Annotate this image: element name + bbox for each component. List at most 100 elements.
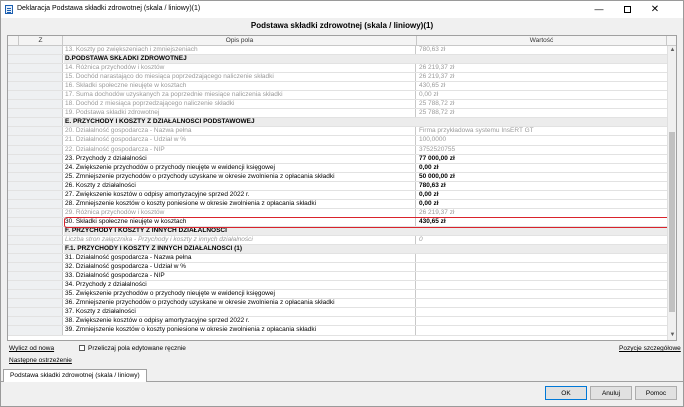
header-marker <box>8 36 19 45</box>
row-z-cell <box>8 308 63 317</box>
row-description: 13. Koszty po zwiększeniach i zmniejszen… <box>64 46 416 55</box>
row-value[interactable] <box>418 317 668 325</box>
maximize-button[interactable] <box>613 1 641 18</box>
section-row: D.PODSTAWA SKŁADKI ZDROWOTNEJ <box>8 55 667 65</box>
row-description: D.PODSTAWA SKŁADKI ZDROWOTNEJ <box>64 55 667 64</box>
table-row[interactable]: 15. Dochód narastająco do miesiąca poprz… <box>8 73 667 83</box>
table-row[interactable]: 13. Koszty po zwiększeniach i zmniejszen… <box>8 46 667 56</box>
row-value[interactable] <box>418 263 668 271</box>
close-button[interactable]: ✕ <box>641 1 669 18</box>
row-value[interactable] <box>418 254 668 262</box>
header-description[interactable]: Opis pola <box>63 36 417 45</box>
table-row[interactable]: 31. Działalność gospodarcza - Nazwa pełn… <box>8 254 668 264</box>
table-row[interactable]: 33. Działalność gospodarcza - NIP <box>8 272 668 282</box>
tab-health-contribution[interactable]: Podstawa składki zdrowotnej (skala / lin… <box>3 369 147 382</box>
row-description: 33. Działalność gospodarcza - NIP <box>64 272 416 281</box>
row-value[interactable] <box>418 308 668 316</box>
ok-button[interactable]: OK <box>545 386 587 400</box>
table-row[interactable]: 30. Składki społeczne nieujęte w kosztac… <box>8 217 668 227</box>
table-row[interactable]: 39. Zmniejszenie kosztów o koszty ponies… <box>8 326 668 336</box>
tab-strip: Podstawa składki zdrowotnej (skala / lin… <box>1 369 683 382</box>
window-title: Deklaracja Podstawa składki zdrowotnej (… <box>17 5 201 12</box>
row-value: 3752520755 <box>419 145 456 153</box>
row-z-cell <box>8 73 63 82</box>
row-description: Liczba stron załącznika - Przychody i ko… <box>64 235 416 245</box>
row-description: 25. Zmniejszenie przychodów o przychody … <box>64 172 416 181</box>
page-title: Podstawa składki zdrowotnej (skala / lin… <box>250 21 434 30</box>
override-option[interactable]: Przeliczaj pola edytowane ręcznie <box>79 345 186 352</box>
table-row[interactable]: 38. Zwiększenie kosztów o odpisy amortyz… <box>8 317 668 327</box>
table-row[interactable]: 37. Koszty z działalności <box>8 308 668 318</box>
row-value[interactable] <box>418 272 668 280</box>
next-warning-link[interactable]: Następne ostrzeżenie <box>9 357 72 364</box>
cancel-button[interactable]: Anuluj <box>590 386 632 400</box>
table-row[interactable]: 34. Przychody z działalności <box>8 281 668 291</box>
row-z-cell <box>8 190 63 199</box>
scroll-up-icon[interactable]: ▲ <box>668 46 676 55</box>
row-description: 19. Podstawa składki zdrowotnej <box>64 109 416 118</box>
row-z-cell <box>8 154 63 163</box>
table-row[interactable]: 23. Przychody z działalności 77 000,00 zł <box>8 154 668 164</box>
table-row[interactable]: 36. Zmniejszenie przychodów o przychody … <box>8 299 668 309</box>
table-row[interactable]: 18. Dochód z miesiąca poprzedzającego na… <box>8 100 667 110</box>
row-value[interactable] <box>418 281 668 289</box>
row-z-cell <box>8 263 63 272</box>
declaration-grid: Z Opis pola Wartość 13. Koszty po zwięks… <box>7 35 677 341</box>
row-z-cell <box>8 127 63 136</box>
row-description: E. PRZYCHODY I KOSZTY Z DZIAŁALNOŚCI POD… <box>64 118 667 127</box>
recalculate-link[interactable]: Wylicz od nowa <box>9 345 54 352</box>
row-value[interactable] <box>418 290 668 298</box>
row-z-cell <box>8 290 63 299</box>
table-row[interactable]: 35. Zwiększenie przychodów o przychody n… <box>8 290 668 300</box>
table-row[interactable]: 28. Zmniejszenie kosztów o koszty ponies… <box>8 199 668 209</box>
row-value[interactable]: 0,00 zł <box>418 164 668 172</box>
header-value[interactable]: Wartość <box>417 36 667 45</box>
row-z-cell <box>8 181 63 190</box>
row-description: 18. Dochód z miesiąca poprzedzającego na… <box>64 100 416 109</box>
table-row[interactable]: 14. Różnica przychodów i kosztów 26 219,3… <box>8 64 667 74</box>
help-button[interactable]: Pomoc <box>635 386 677 400</box>
scroll-down-icon[interactable]: ▼ <box>668 331 676 340</box>
table-row[interactable]: 21. Działalność gospodarcza - Udział w %… <box>8 136 667 146</box>
row-description: 24. Zwiększenie przychodów o przychody n… <box>64 163 416 172</box>
minimize-button[interactable]: — <box>585 1 613 18</box>
header-z[interactable]: Z <box>19 36 63 45</box>
table-row[interactable]: 19. Podstawa składki zdrowotnej 25 788,72… <box>8 109 667 119</box>
table-row[interactable]: 27. Zwiększenie kosztów o odpisy amortyz… <box>8 190 668 200</box>
table-row[interactable]: 25. Zmniejszenie przychodów o przychody … <box>8 172 668 182</box>
row-description: 36. Zmniejszenie przychodów o przychody … <box>64 299 416 308</box>
row-value[interactable]: 0,00 zł <box>418 200 668 208</box>
title-bar[interactable]: Deklaracja Podstawa składki zdrowotnej (… <box>1 1 683 18</box>
table-row[interactable]: 20. Działalność gospodarcza - Nazwa pełn… <box>8 127 667 137</box>
row-z-cell <box>8 299 63 308</box>
row-description: 28. Zmniejszenie kosztów o koszty ponies… <box>64 199 416 208</box>
row-value: 780,63 zł <box>419 46 446 53</box>
row-z-cell <box>8 281 63 290</box>
table-row[interactable]: 22. Działalność gospodarcza - NIP 3752520… <box>8 145 667 155</box>
row-value[interactable] <box>418 326 668 334</box>
row-z-cell <box>8 245 63 254</box>
override-checkbox[interactable] <box>79 345 85 352</box>
row-value[interactable]: 77 000,00 zł <box>418 155 668 163</box>
table-row[interactable]: 24. Zwiększenie przychodów o przychody n… <box>8 163 668 173</box>
table-row[interactable]: 32. Działalność gospodarcza - Udział w % <box>8 263 668 273</box>
row-description: 14. Różnica przychodów i kosztów <box>64 64 416 73</box>
row-value[interactable]: 780,63 zł <box>418 182 668 190</box>
table-row[interactable]: 29. Różnica przychodów i kosztów 26 219,3… <box>8 208 667 218</box>
row-value[interactable]: 0,00 zł <box>418 191 668 199</box>
table-row[interactable]: 16. Składki społeczne nieujęte w kosztac… <box>8 82 667 92</box>
details-link[interactable]: Pozycje szczegółowe <box>619 345 681 352</box>
table-row[interactable]: Liczba stron załącznika - Przychody i ko… <box>8 235 667 246</box>
section-row: F. PRZYCHODY I KOSZTY Z INNYCH DZIAŁALNO… <box>8 226 667 236</box>
table-row[interactable]: 26. Koszty z działalności 780,63 zł <box>8 181 668 191</box>
row-value: 26 219,37 zł <box>419 64 455 72</box>
row-value[interactable] <box>418 299 668 307</box>
vertical-scrollbar[interactable]: ▲ ▼ <box>667 46 676 340</box>
row-value[interactable]: 50 000,00 zł <box>418 173 668 181</box>
table-row[interactable]: 17. Suma dochodów uzyskanych za poprzedn… <box>8 91 667 101</box>
scroll-thumb[interactable] <box>669 132 675 312</box>
row-value[interactable]: 430,65 zł <box>418 218 668 226</box>
row-value: Firma przykładowa systemu InsERT GT <box>419 127 534 135</box>
maximize-icon <box>623 6 631 14</box>
row-description: 38. Zwiększenie kosztów o odpisy amortyz… <box>64 317 416 326</box>
